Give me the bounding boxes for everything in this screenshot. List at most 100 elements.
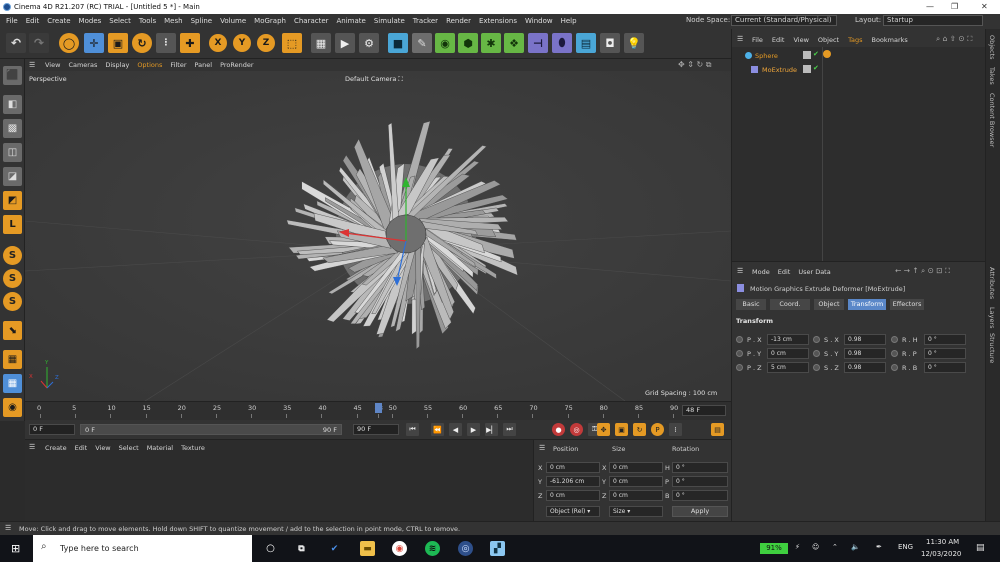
objmgr-hamburger-icon[interactable]: ☰ bbox=[737, 35, 743, 43]
material-menu-texture[interactable]: Texture bbox=[181, 444, 205, 452]
material-menu-material[interactable]: Material bbox=[147, 444, 173, 452]
record-pla-icon[interactable]: ⁞ bbox=[669, 423, 682, 436]
next-frame-icon[interactable]: ▶▏ bbox=[485, 423, 498, 436]
start-frame-field[interactable]: 0 F bbox=[29, 424, 75, 435]
menu-spline[interactable]: Spline bbox=[191, 17, 213, 25]
battery-indicator[interactable]: 91% bbox=[760, 543, 788, 554]
tab-layers[interactable]: Layers bbox=[988, 307, 996, 329]
menu-select[interactable]: Select bbox=[109, 17, 131, 25]
material-hamburger-icon[interactable]: ☰ bbox=[29, 443, 35, 451]
language-indicator[interactable]: ENG bbox=[898, 543, 913, 551]
record-rotation-icon[interactable]: ↻ bbox=[633, 423, 646, 436]
tab-takes[interactable]: Takes bbox=[988, 67, 996, 85]
frame-range-slider[interactable]: 0 F 90 F bbox=[80, 424, 342, 435]
menu-render[interactable]: Render bbox=[446, 17, 471, 25]
previous-key-icon[interactable]: ⏪ bbox=[431, 423, 444, 436]
render-view-icon[interactable]: ▦ bbox=[311, 33, 331, 53]
objmgr-menu-edit[interactable]: Edit bbox=[772, 36, 785, 44]
polygon-mode-icon[interactable]: ◩ bbox=[3, 191, 22, 210]
scale-x-field[interactable]: 0.98 bbox=[844, 334, 886, 345]
tweak-mode-icon[interactable]: ⬊ bbox=[3, 321, 22, 340]
go-to-start-icon[interactable]: ⏮ bbox=[406, 423, 419, 436]
undo-button[interactable]: ↶ bbox=[6, 33, 26, 53]
3d-viewport[interactable]: Perspective Default Camera ⛶ Grid Spacin… bbox=[25, 71, 731, 401]
viewport-menu-prorender[interactable]: ProRender bbox=[220, 61, 253, 69]
cube-object-icon[interactable]: ■ bbox=[388, 33, 408, 53]
rotate-tool-icon[interactable]: ↻ bbox=[132, 33, 152, 53]
scale-z-animate-toggle[interactable] bbox=[813, 364, 820, 371]
menu-file[interactable]: File bbox=[6, 17, 18, 25]
playhead-marker[interactable] bbox=[374, 403, 382, 413]
position-x-field[interactable]: 0 cm bbox=[546, 462, 600, 473]
play-forward-icon[interactable]: ▶ bbox=[467, 423, 480, 436]
tab-objects[interactable]: Objects bbox=[988, 35, 996, 60]
scale-y-field[interactable]: 0.98 bbox=[844, 348, 886, 359]
menu-simulate[interactable]: Simulate bbox=[374, 17, 405, 25]
object-moextrude[interactable]: MoExtrude bbox=[762, 66, 797, 74]
z-axis-toggle[interactable]: Z bbox=[257, 34, 275, 52]
attrs-menu-edit[interactable]: Edit bbox=[778, 268, 791, 276]
scale-tool-icon[interactable]: ▣ bbox=[108, 33, 128, 53]
position-z-field[interactable]: 0 cm bbox=[546, 490, 600, 501]
task-view-icon[interactable]: ⧉ bbox=[294, 541, 309, 556]
menu-extensions[interactable]: Extensions bbox=[479, 17, 517, 25]
position-y-field[interactable]: -61.206 cm bbox=[546, 476, 600, 487]
model-mode-icon[interactable]: ◧ bbox=[3, 95, 22, 114]
deformer-bend-icon[interactable]: ⊣ bbox=[528, 33, 548, 53]
tab-content-browser[interactable]: Content Browser bbox=[988, 93, 996, 147]
menu-character[interactable]: Character bbox=[294, 17, 329, 25]
scale-z-field[interactable]: 0.98 bbox=[844, 362, 886, 373]
workplane-icon[interactable]: ▦ bbox=[3, 350, 22, 369]
volume-icon[interactable]: 🔈 bbox=[851, 543, 860, 551]
rotation-h-field[interactable]: 0 ° bbox=[672, 462, 728, 473]
locked-workplane-icon[interactable]: ▦ bbox=[3, 374, 22, 393]
attr-tab-transform[interactable]: Transform bbox=[848, 299, 886, 310]
mograph-effector-icon[interactable]: ❖ bbox=[504, 33, 524, 53]
texture-mode-icon[interactable]: ▩ bbox=[3, 119, 22, 138]
attr-tab-basic[interactable]: Basic bbox=[736, 299, 766, 310]
size-mode-select[interactable]: Size ▾ bbox=[609, 506, 663, 517]
attrs-nav-icons[interactable]: ← → ↑ ⌕ ⊙ ⊡ ⛶ bbox=[895, 266, 950, 276]
viewport-menu-cameras[interactable]: Cameras bbox=[68, 61, 97, 69]
snap-settings-icon[interactable]: S bbox=[3, 269, 22, 288]
power-plug-icon[interactable]: ⚡ bbox=[795, 543, 800, 551]
attrs-hamburger-icon[interactable]: ☰ bbox=[737, 267, 743, 275]
redo-button[interactable]: ↷ bbox=[29, 33, 49, 53]
pos-z-field[interactable]: 5 cm bbox=[767, 362, 809, 373]
objmgr-menu-tags[interactable]: Tags bbox=[848, 36, 862, 44]
menu-mograph[interactable]: MoGraph bbox=[254, 17, 286, 25]
attr-tab-effectors[interactable]: Effectors bbox=[890, 299, 924, 310]
rot-h-animate-toggle[interactable] bbox=[891, 336, 898, 343]
maximize-button[interactable]: ❐ bbox=[951, 2, 958, 11]
rot-h-field[interactable]: 0 ° bbox=[924, 334, 966, 345]
rotation-b-field[interactable]: 0 ° bbox=[672, 490, 728, 501]
cortana-icon[interactable]: ○ bbox=[263, 541, 278, 556]
menu-create[interactable]: Create bbox=[47, 17, 70, 25]
menu-tools[interactable]: Tools bbox=[139, 17, 156, 25]
attr-tab-coord-[interactable]: Coord. bbox=[770, 299, 810, 310]
sphere-enabled-check-icon[interactable]: ✔ bbox=[813, 50, 819, 58]
windows-start-icon[interactable]: ⊞ bbox=[11, 542, 20, 555]
render-settings-icon[interactable]: ⚙ bbox=[359, 33, 379, 53]
material-menu-select[interactable]: Select bbox=[119, 444, 139, 452]
array-generator-icon[interactable]: ⬢ bbox=[458, 33, 478, 53]
workplane-snap-icon[interactable]: S bbox=[3, 292, 22, 311]
rot-b-animate-toggle[interactable] bbox=[891, 364, 898, 371]
menu-animate[interactable]: Animate bbox=[337, 17, 366, 25]
pos-x-field[interactable]: -13 cm bbox=[767, 334, 809, 345]
menu-modes[interactable]: Modes bbox=[79, 17, 102, 25]
autokeying-icon[interactable]: ◎ bbox=[570, 423, 583, 436]
menu-help[interactable]: Help bbox=[561, 17, 577, 25]
object-sphere[interactable]: Sphere bbox=[755, 52, 778, 60]
pen-workspace-icon[interactable]: ✒ bbox=[876, 543, 882, 551]
tray-chevron-up-icon[interactable]: ⌃ bbox=[832, 543, 838, 551]
close-button[interactable]: ✕ bbox=[981, 2, 988, 11]
rotation-p-field[interactable]: 0 ° bbox=[672, 476, 728, 487]
material-menu-edit[interactable]: Edit bbox=[75, 444, 88, 452]
go-to-end-icon[interactable]: ⏭ bbox=[503, 423, 516, 436]
minimize-button[interactable]: — bbox=[926, 2, 934, 11]
moextrude-visibility-toggle[interactable] bbox=[803, 65, 811, 73]
chrome-icon[interactable]: ◉ bbox=[392, 541, 407, 556]
people-icon[interactable]: ☺ bbox=[812, 543, 819, 551]
end-frame-field[interactable]: 90 F bbox=[353, 424, 399, 435]
